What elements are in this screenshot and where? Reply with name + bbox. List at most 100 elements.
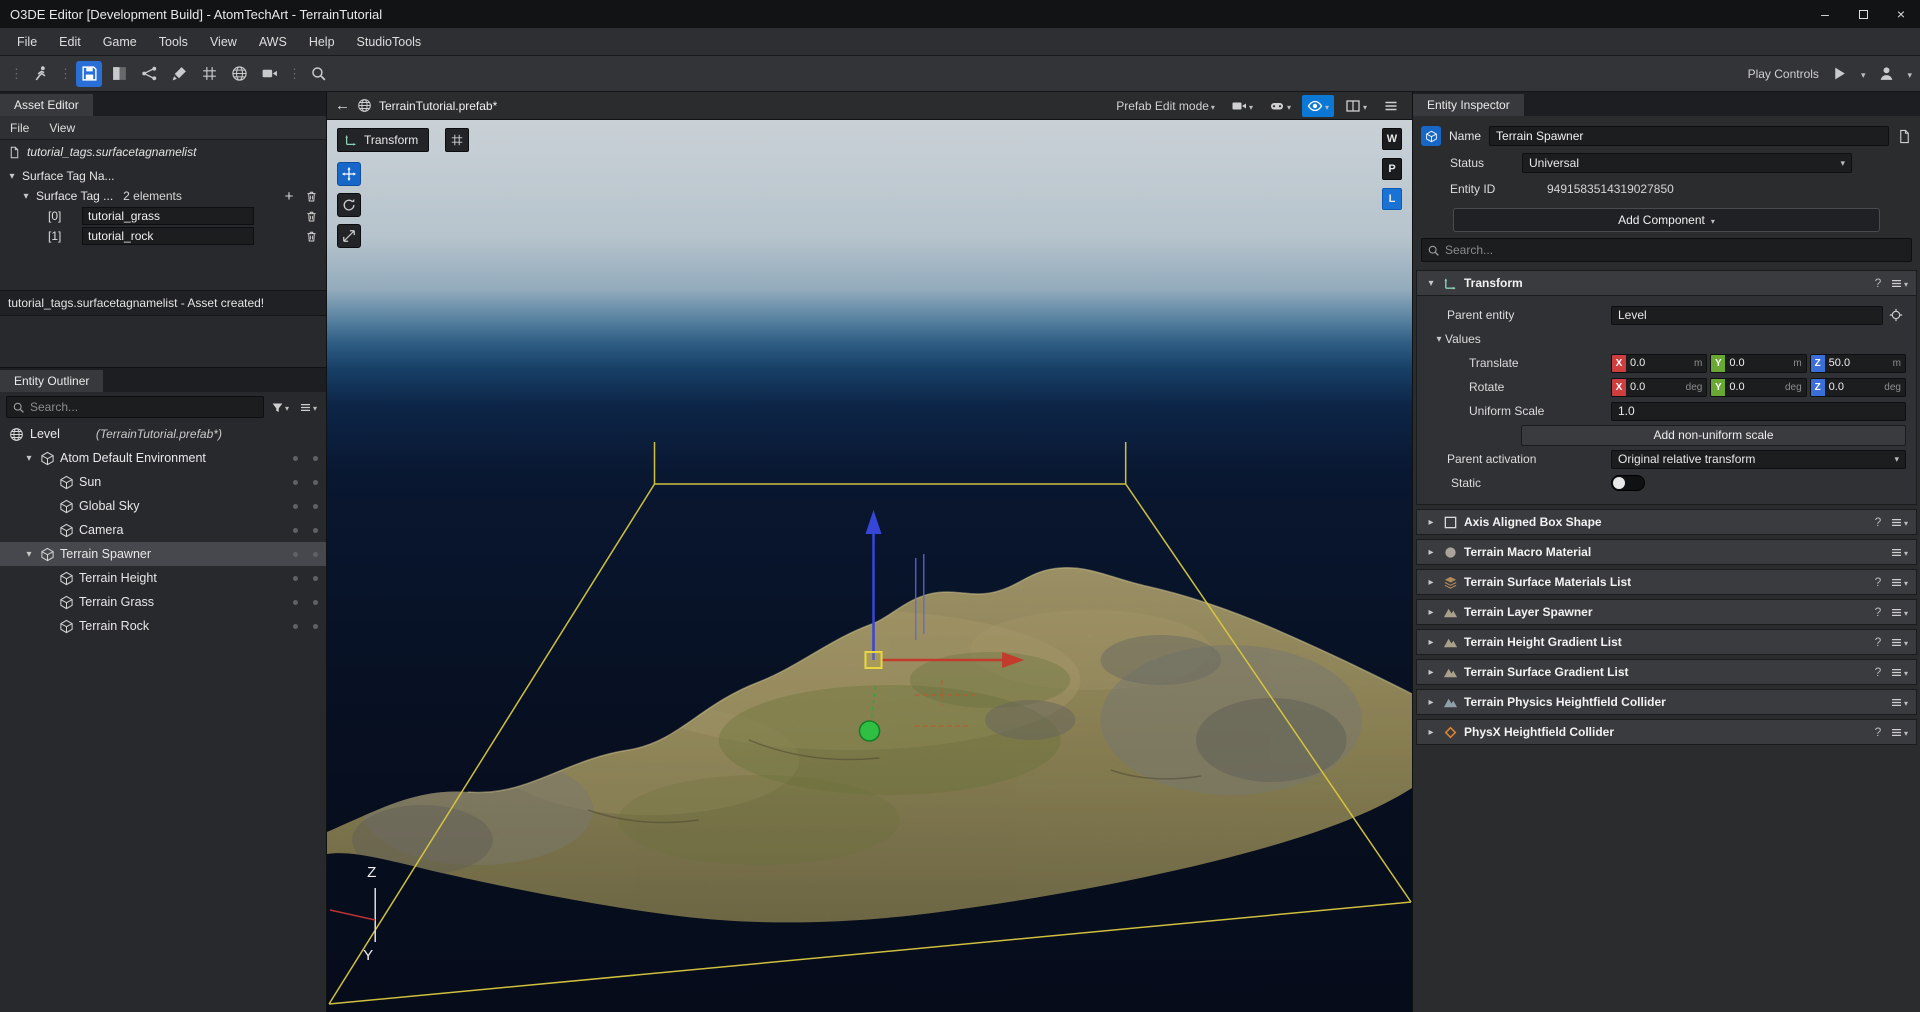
add-non-uniform-scale-button[interactable]: Add non-uniform scale [1521,425,1906,446]
component-header[interactable]: Terrain Surface Materials List [1416,569,1917,595]
visibility-dot-icon[interactable] [293,624,298,629]
component-search[interactable] [1421,238,1912,262]
world-icon[interactable] [226,61,252,87]
expander-icon[interactable] [1425,727,1437,738]
play-button[interactable] [1827,61,1853,87]
back-icon[interactable]: ← [335,97,350,114]
entity-options-icon[interactable] [1897,129,1912,144]
asset-editor-menu-view[interactable]: View [39,121,85,135]
space-button-w[interactable]: W [1382,128,1402,150]
component-search-input[interactable] [1445,243,1906,257]
delete-icon[interactable] [302,227,320,245]
toolbar-handle[interactable]: ⋮ [286,66,301,82]
lock-dot-icon[interactable] [313,456,318,461]
tab-entity-outliner[interactable]: Entity Outliner [0,370,103,392]
parent-entity-field[interactable]: Level [1611,306,1883,325]
move-tool-button[interactable] [337,162,361,186]
help-icon[interactable] [1872,665,1884,679]
list-item[interactable]: Sun [0,470,326,494]
help-icon[interactable] [1872,605,1884,619]
layout-split-icon[interactable] [1340,95,1372,117]
component-header[interactable]: Terrain Layer Spawner [1416,599,1917,625]
menu-view[interactable]: View [199,28,248,56]
list-item[interactable]: Terrain Spawner [0,542,326,566]
values-row[interactable]: Values [1425,328,1906,350]
list-item[interactable]: Global Sky [0,494,326,518]
menu-file[interactable]: File [6,28,48,56]
entity-name-input[interactable] [1489,126,1889,146]
expander-icon[interactable] [1425,547,1437,558]
expander-icon[interactable] [1425,278,1437,289]
simulate-icon[interactable] [27,61,53,87]
visibility-dot-icon[interactable] [293,504,298,509]
list-item[interactable]: Terrain Height [0,566,326,590]
vector-component-field[interactable]: Y 0.0 m [1710,354,1806,373]
visibility-dot-icon[interactable] [293,480,298,485]
list-item[interactable]: Terrain Grass [0,590,326,614]
edit-mode-icon[interactable] [76,61,102,87]
outliner-search[interactable] [6,396,264,418]
eye-icon[interactable] [1302,95,1334,117]
component-header[interactable]: Axis Aligned Box Shape [1416,509,1917,535]
vector-component-field[interactable]: X 0.0 deg [1611,378,1707,397]
menu-help[interactable]: Help [298,28,346,56]
help-icon[interactable] [1872,276,1884,290]
component-header[interactable]: Terrain Height Gradient List [1416,629,1917,655]
expander-icon[interactable] [6,171,18,182]
help-icon[interactable] [1872,575,1884,589]
visibility-dot-icon[interactable] [293,576,298,581]
lock-dot-icon[interactable] [313,504,318,509]
rotate-tool-button[interactable] [337,193,361,217]
expander-icon[interactable] [20,191,32,202]
vector-component-field[interactable]: X 0.0 m [1611,354,1707,373]
viewport-menu-icon[interactable] [1378,95,1404,117]
component-menu-icon[interactable] [1890,276,1908,290]
gradient-tool-icon[interactable] [106,61,132,87]
list-item[interactable]: Atom Default Environment [0,446,326,470]
visibility-dot-icon[interactable] [293,600,298,605]
user-options-caret-icon[interactable] [1907,67,1912,81]
expander-icon[interactable] [1425,607,1437,618]
minimize-button[interactable]: – [1806,0,1844,28]
vector-component-field[interactable]: Z 0.0 deg [1810,378,1906,397]
tree-row-root[interactable]: Surface Tag Na... [0,166,326,186]
visibility-dot-icon[interactable] [293,456,298,461]
expander-icon[interactable] [1425,517,1437,528]
debug-icon[interactable] [1264,95,1296,117]
lock-dot-icon[interactable] [313,552,318,557]
lock-dot-icon[interactable] [313,528,318,533]
vector-component-field[interactable]: Z 50.0 m [1810,354,1906,373]
camera-tool-icon[interactable] [256,61,282,87]
prefab-edit-mode-dropdown[interactable]: Prefab Edit mode [1111,95,1220,117]
visibility-dot-icon[interactable] [293,528,298,533]
asset-editor-menu-file[interactable]: File [0,121,39,135]
lock-dot-icon[interactable] [313,576,318,581]
component-header[interactable]: Terrain Macro Material [1416,539,1917,565]
component-menu-icon[interactable] [1890,695,1908,709]
component-header[interactable]: PhysX Heightfield Collider [1416,719,1917,745]
paint-tool-icon[interactable] [166,61,192,87]
play-options-caret-icon[interactable] [1861,67,1866,81]
camera-icon[interactable] [1226,95,1258,117]
expander-icon[interactable] [1425,667,1437,678]
menu-studiotools[interactable]: StudioTools [346,28,433,56]
tab-asset-editor[interactable]: Asset Editor [0,94,93,116]
outliner-root-row[interactable]: Level (TerrainTutorial.prefab*) [0,422,326,446]
help-icon[interactable] [1872,515,1884,529]
outliner-options-icon[interactable] [296,400,320,414]
component-menu-icon[interactable] [1890,515,1908,529]
menu-game[interactable]: Game [92,28,148,56]
help-icon[interactable] [1872,635,1884,649]
list-item[interactable]: Camera [0,518,326,542]
component-header[interactable]: Terrain Physics Heightfield Collider [1416,689,1917,715]
transform-mode-button[interactable]: Transform [337,128,429,152]
component-menu-icon[interactable] [1890,575,1908,589]
scale-tool-button[interactable] [337,224,361,248]
space-button-l[interactable]: L [1382,188,1402,210]
expander-icon[interactable] [1433,334,1445,345]
expander-icon[interactable] [1425,697,1437,708]
menu-edit[interactable]: Edit [48,28,92,56]
lock-dot-icon[interactable] [313,600,318,605]
node-graph-icon[interactable] [136,61,162,87]
filter-icon[interactable] [268,400,292,414]
